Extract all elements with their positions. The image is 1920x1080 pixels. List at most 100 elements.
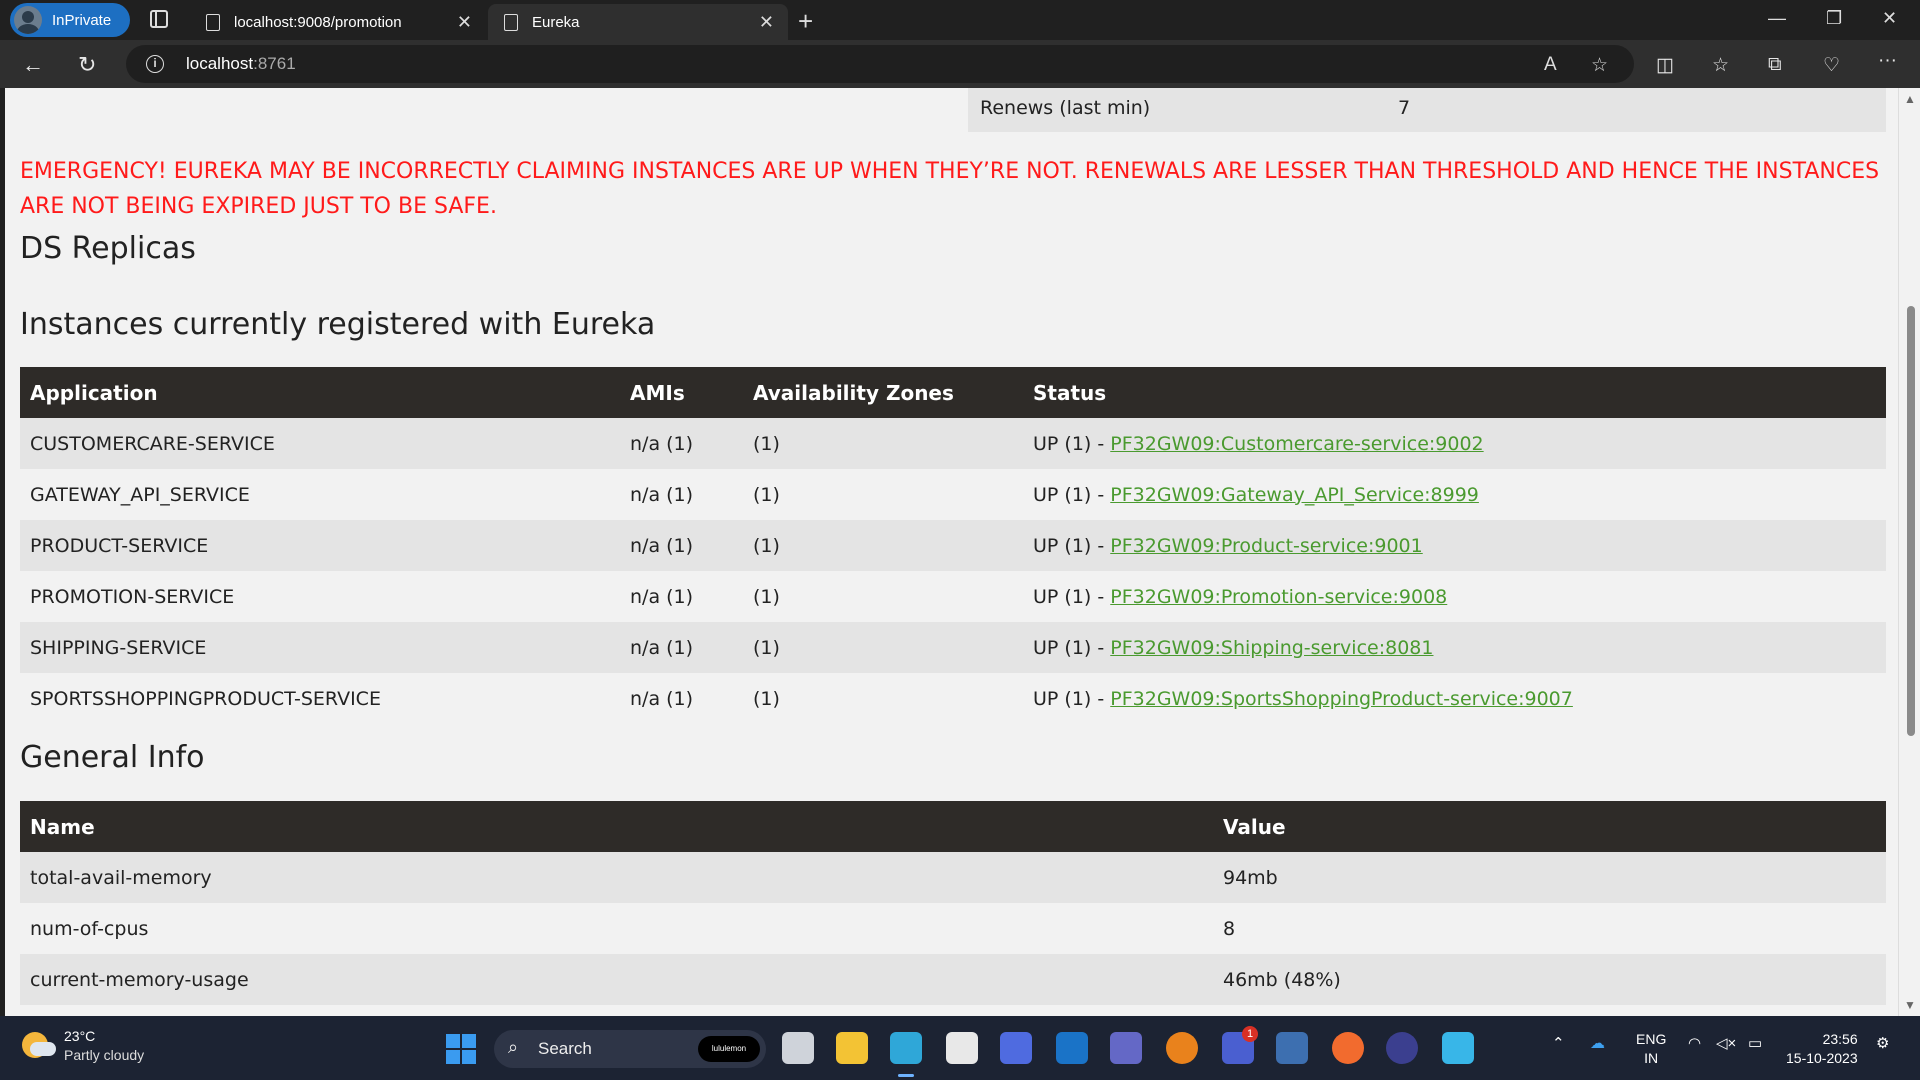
status-cell: UP (1) - PF32GW09:Gateway_API_Service:89… [1023, 469, 1886, 520]
split-screen-icon[interactable]: ◫ [1656, 54, 1674, 77]
renews-value: 7 [1398, 97, 1411, 119]
app-name: GATEWAY_API_SERVICE [20, 469, 620, 520]
general-info-heading: General Info [20, 740, 205, 775]
teams-new-icon[interactable]: 1 [1222, 1026, 1258, 1064]
clock-date: 15-10-2023 [1786, 1050, 1858, 1066]
ds-replicas-heading: DS Replicas [20, 231, 196, 266]
tab-promotion[interactable]: localhost:9008/promotion ✕ [190, 4, 486, 40]
renews-label: Renews (last min) [980, 97, 1151, 119]
tab-actions-icon[interactable] [150, 10, 168, 28]
windows-start-icon[interactable] [446, 1034, 476, 1064]
col-application: Application [20, 367, 620, 418]
back-icon[interactable]: ← [22, 52, 44, 78]
tab-title: Eureka [532, 13, 580, 31]
microsoft-store-icon[interactable] [946, 1032, 978, 1064]
info-value: 94mb [1213, 852, 1886, 903]
status-text: UP (1) - [1033, 534, 1111, 557]
page-scrollbar[interactable]: ▲ ▼ [1898, 88, 1920, 1016]
file-explorer-icon[interactable] [836, 1032, 868, 1064]
page-icon [504, 13, 518, 31]
instance-link[interactable]: PF32GW09:SportsShoppingProduct-service:9… [1110, 688, 1573, 710]
info-app-icon[interactable] [1166, 1032, 1198, 1064]
search-icon: ⌕ [508, 1037, 519, 1057]
taskbar-search[interactable]: ⌕ Search lululemon [494, 1030, 766, 1068]
close-tab-icon[interactable]: ✕ [457, 12, 472, 33]
info-value: 46mb (48%) [1213, 954, 1886, 1005]
app-name: SPORTSSHOPPINGPRODUCT-SERVICE [20, 673, 620, 724]
close-window-icon[interactable]: ✕ [1882, 8, 1897, 29]
instance-link[interactable]: PF32GW09:Customercare-service:9002 [1110, 433, 1483, 455]
onedrive-icon[interactable]: ☁ [1590, 1034, 1605, 1052]
zones-cell: (1) [743, 571, 1023, 622]
search-promo-logo: lululemon [698, 1036, 760, 1062]
region-code: IN [1644, 1050, 1659, 1066]
url-text[interactable]: localhost:8761 [186, 54, 296, 74]
instance-link[interactable]: PF32GW09:Shipping-service:8081 [1110, 637, 1433, 659]
edge-browser-icon[interactable] [890, 1032, 922, 1077]
instance-link[interactable]: PF32GW09:Promotion-service:9008 [1110, 586, 1447, 608]
status-text: UP (1) - [1033, 483, 1111, 506]
col-value: Value [1213, 801, 1886, 852]
url-host: localhost [186, 54, 254, 73]
table-row: GATEWAY_API_SERVICE n/a (1) (1) UP (1) -… [20, 469, 1886, 520]
wifi-icon[interactable]: ◠ [1688, 1034, 1701, 1052]
app-name: SHIPPING-SERVICE [20, 622, 620, 673]
outlook-icon[interactable] [1056, 1032, 1088, 1064]
status-cell: UP (1) - PF32GW09:Shipping-service:8081 [1023, 622, 1886, 673]
app-name: CUSTOMERCARE-SERVICE [20, 418, 620, 469]
table-row: PROMOTION-SERVICE n/a (1) (1) UP (1) - P… [20, 571, 1886, 622]
scroll-up-icon[interactable]: ▲ [1904, 92, 1916, 106]
show-hidden-icons[interactable]: ⌃ [1552, 1034, 1565, 1052]
status-text: UP (1) - [1033, 636, 1111, 659]
tab-eureka[interactable]: Eureka ✕ [488, 4, 788, 40]
refresh-icon[interactable]: ↻ [78, 52, 96, 78]
restore-icon[interactable]: ❐ [1826, 8, 1842, 29]
taskbar-clock[interactable]: 23:56 15-10-2023 [1786, 1030, 1858, 1068]
notifications-icon[interactable]: ⚙ [1876, 1034, 1889, 1052]
info-name: current-memory-usage [20, 954, 1213, 1005]
copilot-icon[interactable] [1000, 1032, 1032, 1064]
scrollbar-thumb[interactable] [1907, 306, 1915, 736]
search-label: Search [538, 1039, 592, 1058]
table-row: current-memory-usage 46mb (48%) [20, 954, 1886, 1005]
favorite-star-icon[interactable]: ☆ [1591, 54, 1608, 77]
amis-cell: n/a (1) [620, 520, 743, 571]
postman-icon[interactable] [1332, 1032, 1364, 1064]
new-tab-icon[interactable]: + [798, 6, 813, 37]
more-options-icon[interactable]: ··· [1878, 50, 1897, 72]
status-cell: UP (1) - PF32GW09:Promotion-service:9008 [1023, 571, 1886, 622]
emergency-warning: EMERGENCY! EUREKA MAY BE INCORRECTLY CLA… [20, 159, 1880, 219]
collections-icon[interactable]: ⧉ [1768, 54, 1782, 76]
status-text: UP (1) - [1033, 687, 1111, 710]
close-tab-icon[interactable]: ✕ [759, 12, 774, 33]
renews-row: Renews (last min) 7 [968, 88, 1886, 132]
instances-table: Application AMIs Availability Zones Stat… [20, 367, 1886, 724]
task-view-icon[interactable] [782, 1032, 814, 1064]
teams-icon[interactable] [1110, 1032, 1142, 1064]
site-info-icon[interactable]: i [146, 55, 164, 73]
browser-essentials-icon[interactable]: ♡ [1823, 54, 1840, 77]
notepad-icon[interactable] [1442, 1032, 1474, 1064]
battery-icon[interactable]: ▭ [1748, 1034, 1762, 1052]
language-indicator[interactable]: ENG IN [1636, 1030, 1666, 1068]
eclipse-icon[interactable] [1386, 1032, 1418, 1064]
info-name: num-of-cpus [20, 903, 1213, 954]
instance-link[interactable]: PF32GW09:Gateway_API_Service:8999 [1110, 484, 1479, 506]
zones-cell: (1) [743, 673, 1023, 724]
inprivate-badge[interactable]: InPrivate [10, 3, 130, 37]
favorites-icon[interactable]: ☆ [1712, 54, 1729, 77]
read-aloud-icon[interactable]: A [1544, 54, 1557, 76]
volume-muted-icon[interactable]: ◁× [1716, 1034, 1736, 1052]
status-cell: UP (1) - PF32GW09:Product-service:9001 [1023, 520, 1886, 571]
page-viewport: Renews (last min) 7 EMERGENCY! EUREKA MA… [5, 88, 1898, 1016]
amis-cell: n/a (1) [620, 469, 743, 520]
table-row: SHIPPING-SERVICE n/a (1) (1) UP (1) - PF… [20, 622, 1886, 673]
zones-cell: (1) [743, 520, 1023, 571]
status-text: UP (1) - [1033, 432, 1111, 455]
scroll-down-icon[interactable]: ▼ [1904, 998, 1916, 1012]
instance-link[interactable]: PF32GW09:Product-service:9001 [1110, 535, 1422, 557]
address-bar[interactable]: i localhost:8761 A ☆ [126, 45, 1634, 83]
sts-ide-icon[interactable] [1276, 1032, 1308, 1064]
zones-cell: (1) [743, 622, 1023, 673]
minimize-icon[interactable]: — [1768, 8, 1786, 29]
